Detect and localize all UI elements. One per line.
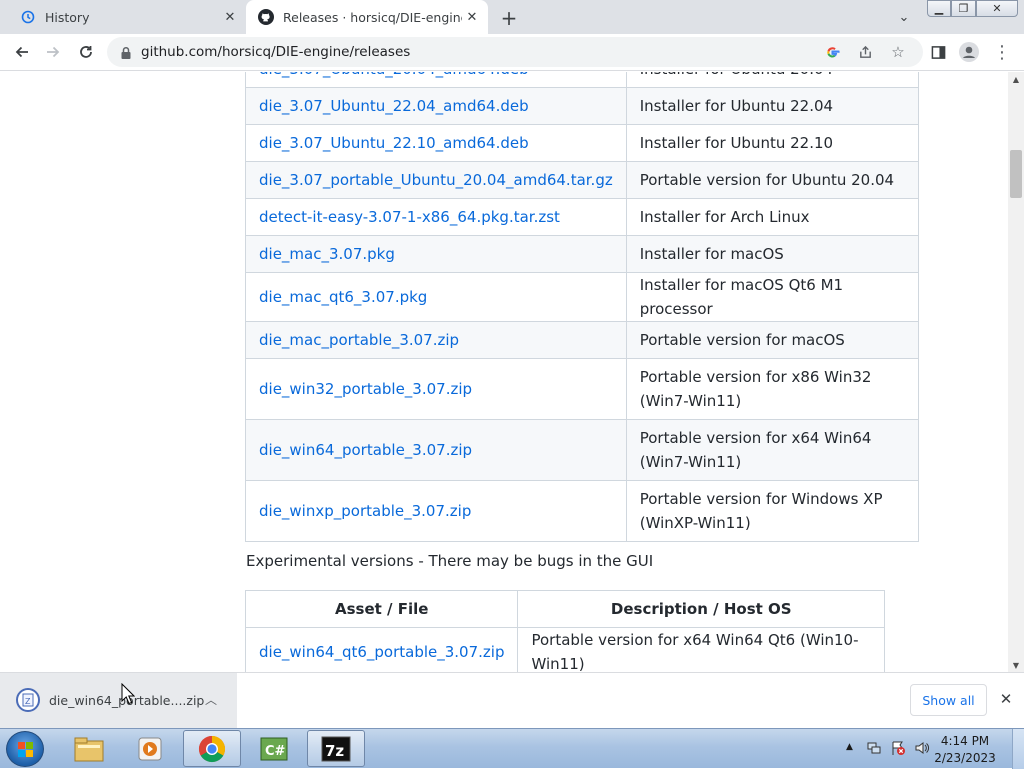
url-text: github.com/horsicq/DIE-engine/releases	[141, 44, 411, 60]
taskbar-7zip-icon[interactable]: 7z	[307, 730, 365, 767]
mouse-cursor-icon	[121, 682, 136, 709]
restore-button[interactable]: ❐	[951, 0, 976, 17]
asset-file-link[interactable]: die_3.07_Ubuntu_22.04_amd64.deb	[245, 87, 627, 125]
svg-text:Z: Z	[25, 697, 31, 706]
column-header-asset: Asset / File	[244, 590, 519, 628]
asset-description: Portable version for macOS	[625, 321, 920, 359]
table-row: die_3.07_Ubuntu_22.04_amd64.deb Installer…	[245, 87, 920, 125]
forward-icon[interactable]	[39, 38, 67, 66]
back-icon[interactable]	[8, 38, 36, 66]
table-row: die_win32_portable_3.07.zip Portable vers…	[245, 358, 920, 420]
table-row: detect-it-easy-3.07-1-x86_64.pkg.tar.zst…	[245, 198, 920, 236]
download-item[interactable]: Z die_win64_portable....zip ︿	[0, 673, 237, 728]
asset-description: Portable version for Ubuntu 20.04	[625, 161, 920, 199]
asset-file-link[interactable]: die_3.07_Ubuntu_20.04_amd64.deb	[245, 72, 627, 88]
svg-text:C#: C#	[265, 744, 286, 759]
experimental-assets-table: Asset / File Description / Host OS die_w…	[244, 590, 885, 672]
reload-icon[interactable]	[72, 38, 100, 66]
taskbar-media-player-icon[interactable]	[121, 730, 179, 767]
asset-description: Portable version for x86 Win32 (Win7-Win…	[625, 358, 920, 420]
asset-description: Portable version for x64 Win64 (Win7-Win…	[625, 419, 920, 481]
asset-file-link[interactable]: detect-it-easy-3.07-1-x86_64.pkg.tar.zst	[245, 198, 627, 236]
experimental-heading: Experimental versions - There may be bug…	[246, 552, 654, 570]
table-row: die_mac_3.07.pkg Installer for macOS	[245, 235, 920, 273]
table-row: die_win64_qt6_portable_3.07.zip Portable …	[244, 627, 885, 672]
tab-history[interactable]: History ✕	[8, 0, 246, 34]
vertical-scrollbar[interactable]: ▲ ▼	[1008, 72, 1024, 672]
asset-file-link[interactable]: die_3.07_portable_Ubuntu_20.04_amd64.tar…	[245, 161, 627, 199]
clock-time[interactable]: 4:14 PM	[930, 734, 1000, 748]
new-tab-button[interactable]: +	[498, 6, 520, 30]
asset-description: Portable version for x64 Win64 Qt6 (Win1…	[517, 627, 885, 672]
close-icon[interactable]: ✕	[996, 689, 1016, 709]
page-content: die_3.07_Ubuntu_20.04_amd64.debInstaller…	[0, 72, 1008, 672]
asset-file-link[interactable]: die_mac_3.07.pkg	[245, 235, 627, 273]
minimize-button[interactable]: ▁	[927, 0, 951, 17]
table-row: die_mac_qt6_3.07.pkg Installer for macOS …	[245, 272, 920, 322]
show-desktop-button[interactable]	[1012, 729, 1024, 769]
asset-description: Portable version for Windows XP (WinXP-W…	[625, 480, 920, 542]
asset-file-link[interactable]: die_win32_portable_3.07.zip	[245, 358, 627, 420]
start-button[interactable]	[6, 731, 44, 767]
asset-description: Installer for macOS	[625, 235, 920, 273]
side-panel-icon[interactable]	[924, 38, 952, 66]
google-icon[interactable]	[821, 41, 843, 63]
tab-strip: History ✕ Releases · horsicq/DIE-engine …	[0, 0, 1024, 34]
asset-file-link[interactable]: die_mac_portable_3.07.zip	[245, 321, 627, 359]
lock-icon[interactable]	[120, 45, 132, 64]
asset-file-link[interactable]: die_winxp_portable_3.07.zip	[245, 480, 627, 542]
download-shelf: Z die_win64_portable....zip ︿ Show all ✕	[0, 672, 1024, 728]
scrollbar-thumb[interactable]	[1010, 150, 1022, 198]
asset-description: Installer for macOS Qt6 M1 processor	[625, 272, 920, 322]
github-icon	[258, 9, 274, 25]
close-tab-icon[interactable]: ✕	[220, 7, 240, 27]
tab-search-chevron-icon[interactable]: ⌄	[893, 8, 915, 26]
windows-taskbar: C# 7z ▲ 4:14 PM 2/23/2023	[0, 728, 1024, 769]
close-window-button[interactable]: ✕	[976, 0, 1018, 17]
table-row: die_3.07_Ubuntu_22.10_amd64.deb Installer…	[245, 124, 920, 162]
asset-file-link[interactable]: die_win64_qt6_portable_3.07.zip	[244, 627, 519, 672]
tab-title: Releases · horsicq/DIE-engine	[283, 9, 462, 25]
taskbar-explorer-icon[interactable]	[60, 730, 118, 767]
share-icon[interactable]	[854, 41, 876, 63]
asset-description: Installer for Ubuntu 20.04	[625, 72, 920, 88]
clock-date[interactable]: 2/23/2023	[930, 751, 1000, 765]
address-bar[interactable]: github.com/horsicq/DIE-engine/releases ☆	[107, 37, 923, 67]
tab-releases[interactable]: Releases · horsicq/DIE-engine ✕	[246, 0, 488, 34]
asset-file-link[interactable]: die_mac_qt6_3.07.pkg	[245, 272, 627, 322]
profile-avatar-icon[interactable]	[955, 38, 983, 66]
zip-archive-icon: Z	[16, 688, 40, 712]
table-row: die_3.07_Ubuntu_20.04_amd64.debInstaller…	[245, 72, 920, 88]
asset-file-link[interactable]: die_win64_portable_3.07.zip	[245, 419, 627, 481]
chevron-up-icon[interactable]: ︿	[205, 691, 217, 708]
asset-description: Installer for Ubuntu 22.10	[625, 124, 920, 162]
asset-description: Installer for Ubuntu 22.04	[625, 87, 920, 125]
asset-description: Installer for Arch Linux	[625, 198, 920, 236]
menu-kebab-icon[interactable]: ⋮	[988, 38, 1016, 66]
network-icon[interactable]	[866, 740, 882, 760]
table-row: die_win64_portable_3.07.zip Portable vers…	[245, 419, 920, 481]
table-row: die_mac_portable_3.07.zip Portable versio…	[245, 321, 920, 359]
table-row: die_3.07_portable_Ubuntu_20.04_amd64.tar…	[245, 161, 920, 199]
show-hidden-icons-icon[interactable]: ▲	[846, 742, 853, 752]
tab-title: History	[45, 9, 90, 25]
scroll-down-arrow-icon[interactable]: ▼	[1008, 658, 1024, 672]
column-header-description: Description / Host OS	[517, 590, 885, 628]
browser-toolbar: github.com/horsicq/DIE-engine/releases ☆…	[0, 34, 1024, 71]
bookmark-star-icon[interactable]: ☆	[887, 41, 909, 63]
asset-file-link[interactable]: die_3.07_Ubuntu_22.10_amd64.deb	[245, 124, 627, 162]
taskbar-chrome-icon[interactable]	[183, 730, 241, 767]
taskbar-csharp-icon[interactable]: C#	[245, 730, 303, 767]
volume-icon[interactable]	[914, 740, 930, 760]
assets-table: die_3.07_Ubuntu_20.04_amd64.debInstaller…	[245, 72, 920, 542]
history-icon	[20, 9, 36, 25]
show-all-button[interactable]: Show all	[910, 684, 987, 716]
scroll-up-arrow-icon[interactable]: ▲	[1008, 72, 1024, 86]
table-row: die_winxp_portable_3.07.zip Portable vers…	[245, 480, 920, 542]
close-tab-icon[interactable]: ✕	[462, 7, 482, 27]
action-center-flag-icon[interactable]	[890, 740, 906, 760]
svg-text:7z: 7z	[325, 742, 344, 760]
